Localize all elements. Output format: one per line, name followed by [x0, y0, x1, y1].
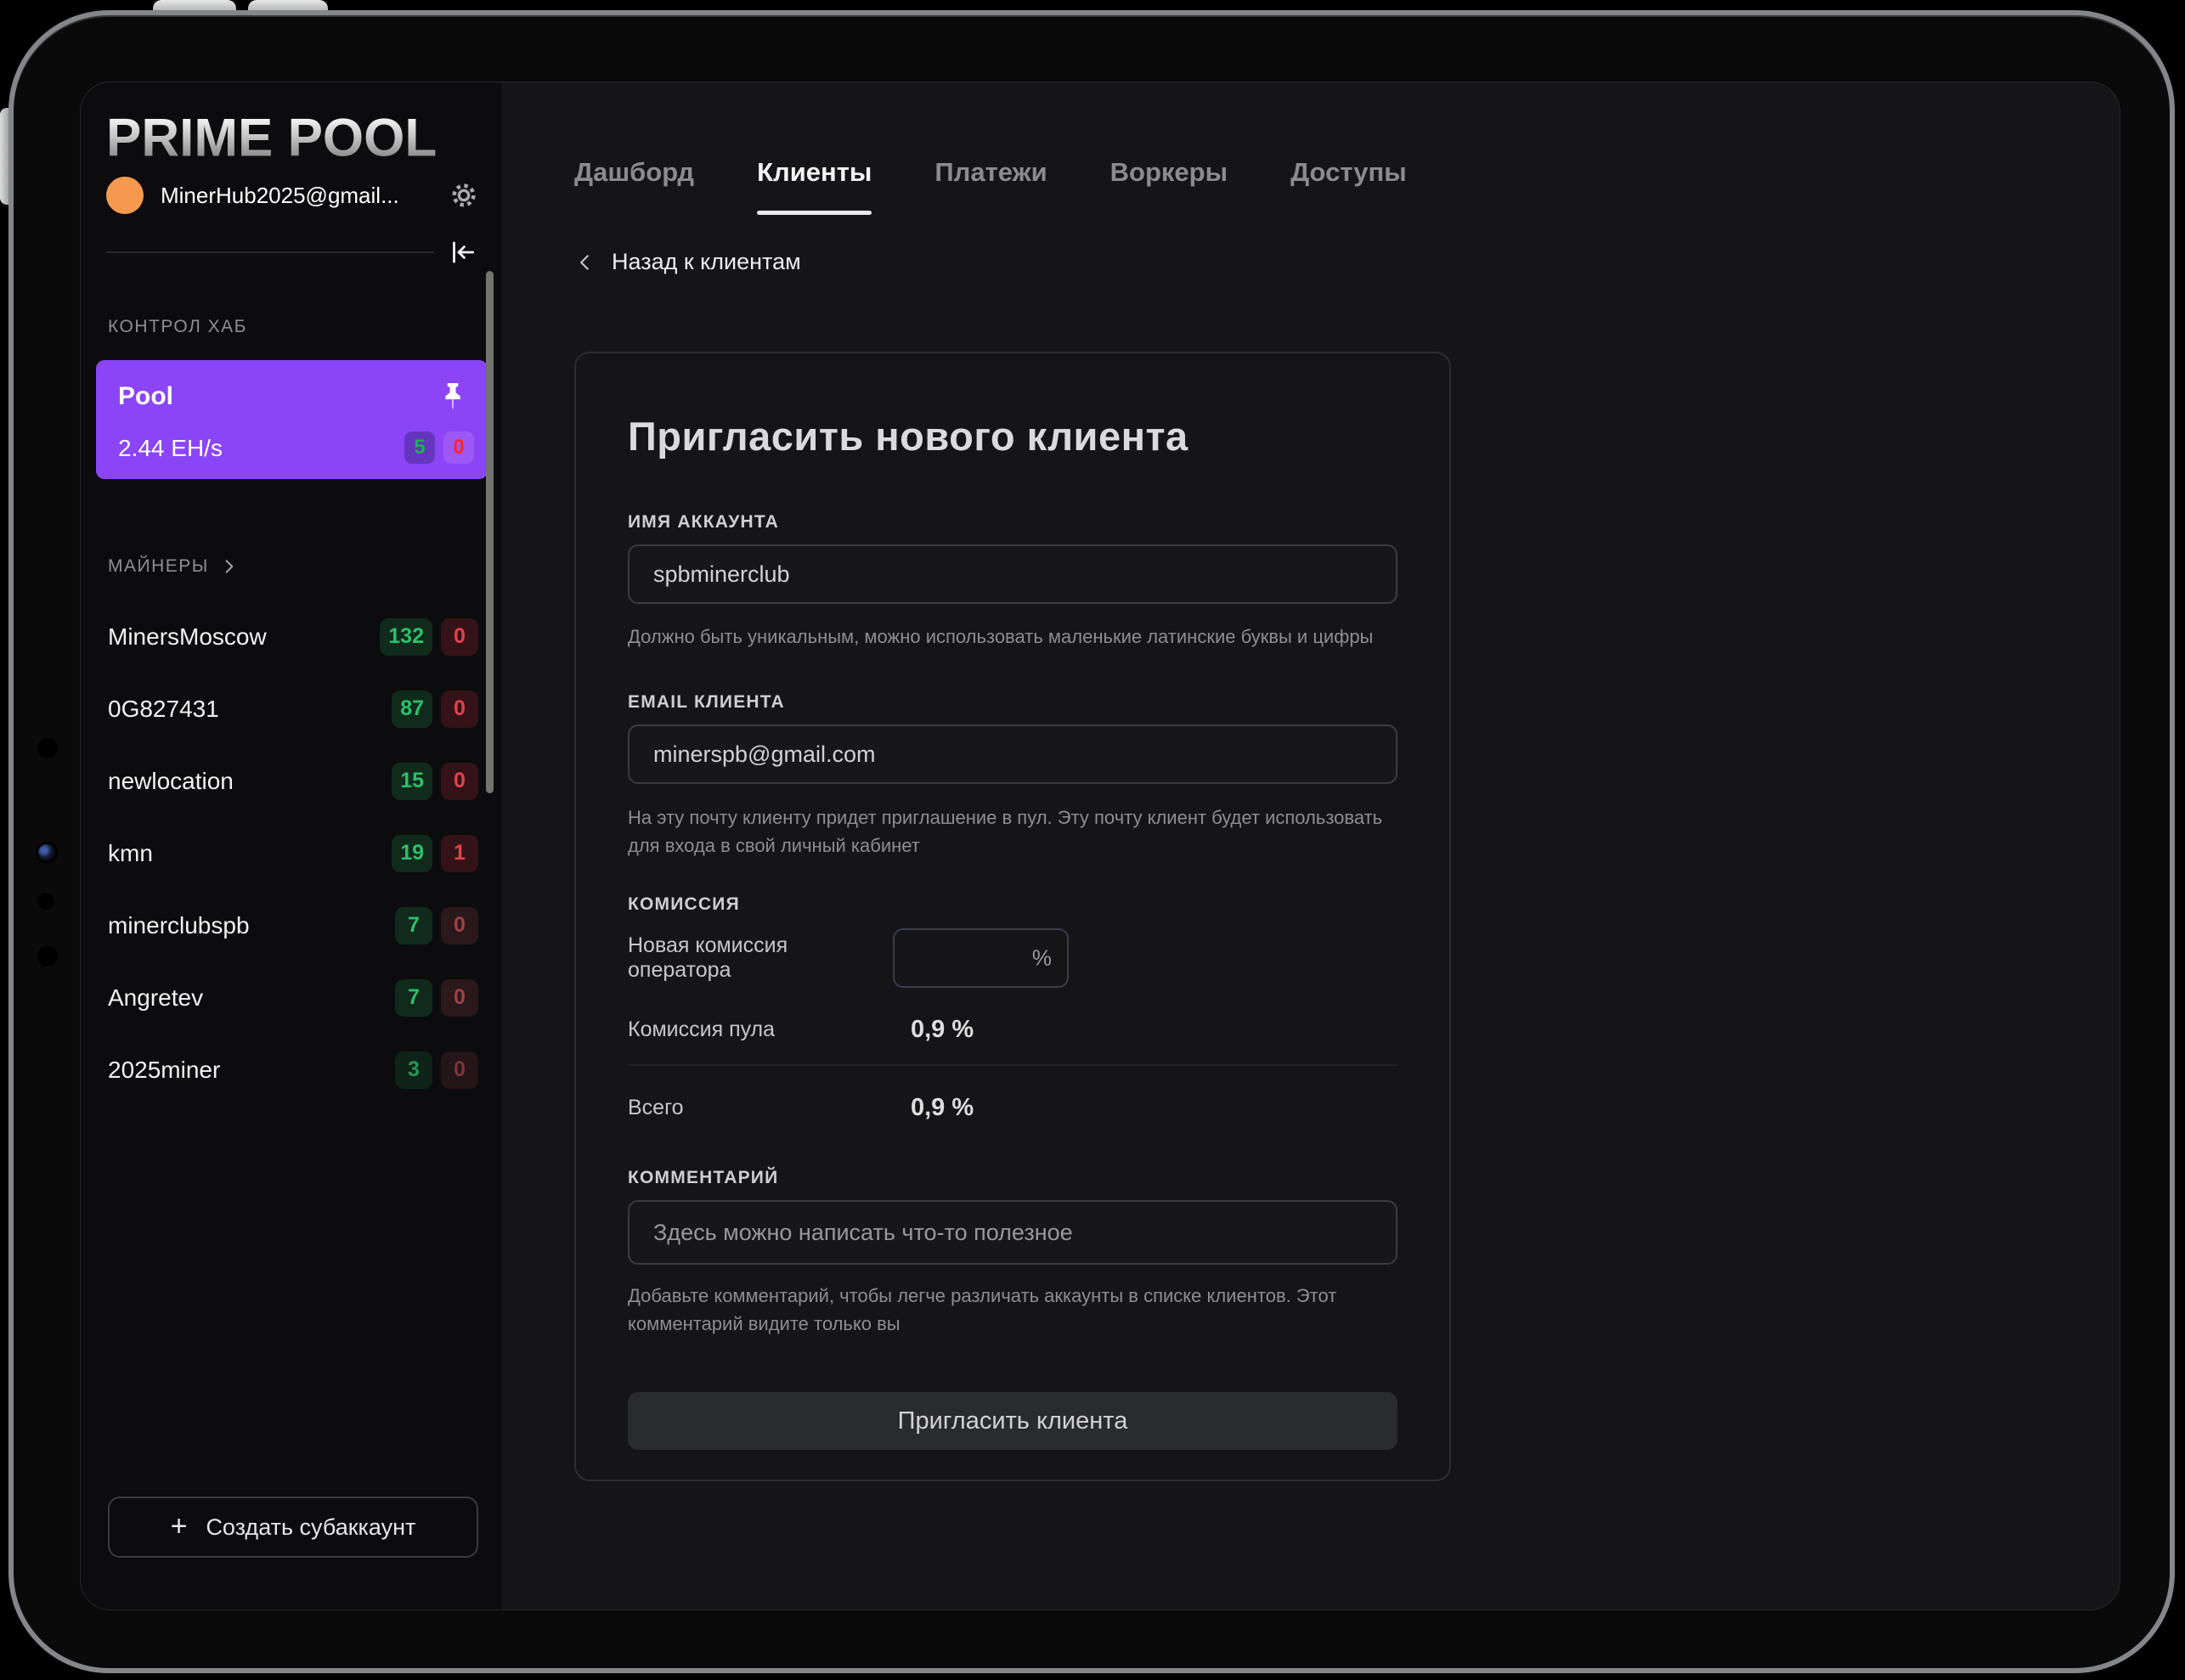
percent-suffix: %	[1032, 945, 1052, 972]
main-content: Дашборд Клиенты Платежи Воркеры Доступы …	[504, 82, 2120, 1610]
account-email: MinerHub2025@gmail...	[161, 183, 449, 209]
avatar	[106, 177, 144, 214]
pool-offline-badge: 0	[443, 431, 474, 464]
pool-online-badge: 5	[404, 431, 435, 464]
miner-online-badge: 15	[392, 763, 432, 800]
divider	[106, 251, 434, 253]
pool-commission-value: 0,9 %	[911, 1016, 974, 1044]
camera-lens	[36, 842, 58, 864]
miner-row[interactable]: MinersMoscow 1320	[81, 600, 502, 673]
miner-name: minerclubspb	[108, 912, 250, 939]
sensor-dot	[37, 893, 54, 910]
card-title: Пригласить нового клиента	[628, 413, 1397, 459]
miners-label: МАЙНЕРЫ	[108, 556, 209, 577]
miner-name: MinersMoscow	[108, 623, 267, 651]
collapse-row	[106, 235, 478, 269]
operator-commission-row: Новая комиссия оператора %	[628, 928, 1397, 988]
miner-online-badge: 3	[395, 1051, 432, 1089]
miner-name: newlocation	[108, 768, 234, 795]
miner-offline-badge: 0	[441, 691, 478, 728]
miner-row[interactable]: newlocation 150	[81, 745, 502, 817]
tab-payments[interactable]: Платежи	[934, 157, 1047, 203]
tab-workers[interactable]: Воркеры	[1110, 157, 1228, 203]
account-row[interactable]: MinerHub2025@gmail...	[106, 176, 478, 215]
section-label-control-hub: КОНТРОЛ ХАБ	[108, 317, 247, 337]
plus-icon: +	[171, 1512, 188, 1541]
sidebar: PRIME POOL MinerHub2025@gmail...	[81, 82, 503, 1610]
miner-online-badge: 7	[395, 979, 432, 1017]
miner-row[interactable]: kmn 191	[81, 817, 502, 889]
comment-helper: Добавьте комментарий, чтобы легче различ…	[628, 1282, 1397, 1338]
miner-offline-badge: 0	[441, 763, 478, 800]
miner-name: Angretev	[108, 984, 203, 1012]
miner-offline-badge: 0	[441, 1051, 478, 1089]
section-label-miners[interactable]: МАЙНЕРЫ	[108, 556, 238, 577]
tab-access[interactable]: Доступы	[1290, 157, 1407, 203]
sensor-dot	[37, 738, 58, 758]
invite-client-card: Пригласить нового клиента ИМЯ АККАУНТА Д…	[574, 352, 1451, 1481]
account-name-input[interactable]	[628, 544, 1397, 604]
miner-online-badge: 132	[380, 618, 432, 656]
chevron-right-icon	[221, 558, 238, 575]
email-label: EMAIL КЛИЕНТА	[628, 692, 1397, 713]
email-input[interactable]	[628, 724, 1397, 784]
operator-commission-label: Новая комиссия оператора	[628, 933, 893, 983]
tablet-frame: PRIME POOL MinerHub2025@gmail...	[0, 0, 2185, 1680]
miner-name: kmn	[108, 840, 153, 867]
tab-clients[interactable]: Клиенты	[757, 157, 872, 203]
miner-online-badge: 87	[392, 691, 432, 728]
top-nav: Дашборд Клиенты Платежи Воркеры Доступы	[574, 157, 1407, 203]
miner-row[interactable]: 2025miner 30	[81, 1034, 502, 1106]
account-name-label: ИМЯ АККАУНТА	[628, 512, 1397, 533]
miner-offline-badge: 0	[441, 907, 478, 944]
create-subaccount-button[interactable]: + Создать субаккаунт	[108, 1497, 478, 1558]
pool-badges: 5 0	[404, 431, 474, 464]
back-link[interactable]: Назад к клиентам	[574, 249, 801, 275]
gear-icon[interactable]	[449, 181, 478, 210]
total-value: 0,9 %	[911, 1094, 974, 1122]
miner-row[interactable]: Angretev 70	[81, 961, 502, 1034]
app-screen: PRIME POOL MinerHub2025@gmail...	[80, 82, 2120, 1610]
pool-hashrate: 2.44 EH/s	[118, 435, 223, 462]
create-subaccount-label: Создать субаккаунт	[206, 1514, 415, 1541]
miner-online-badge: 19	[392, 835, 432, 872]
miner-offline-badge: 0	[441, 979, 478, 1017]
total-commission-row: Всего 0,9 %	[628, 1086, 1397, 1129]
miner-list: MinersMoscow 1320 0G827431 870 newlocati…	[81, 600, 502, 1106]
app-logo: PRIME POOL	[106, 107, 437, 168]
email-helper: На эту почту клиенту придет приглашение …	[628, 803, 1397, 860]
back-label: Назад к клиентам	[612, 249, 801, 275]
pool-commission-row: Комиссия пула 0,9 %	[628, 1008, 1397, 1051]
commission-label: КОМИССИЯ	[628, 894, 1397, 915]
commission-divider	[628, 1064, 1397, 1066]
miner-offline-badge: 0	[441, 618, 478, 656]
comment-input[interactable]	[628, 1200, 1397, 1265]
sidebar-scrollbar[interactable]	[486, 271, 494, 793]
pool-commission-label: Комиссия пула	[628, 1018, 893, 1042]
sensor-dot	[37, 946, 58, 967]
pin-icon[interactable]	[437, 381, 469, 413]
miner-offline-badge: 1	[441, 835, 478, 872]
collapse-sidebar-icon[interactable]	[446, 236, 478, 268]
miner-row[interactable]: minerclubspb 70	[81, 889, 502, 961]
miner-name: 2025miner	[108, 1057, 220, 1084]
miner-online-badge: 7	[395, 907, 432, 944]
pool-name: Pool	[118, 382, 173, 411]
comment-label: КОММЕНТАРИЙ	[628, 1168, 1397, 1188]
operator-commission-field: %	[893, 928, 1069, 988]
invite-client-button[interactable]: Пригласить клиента	[628, 1392, 1397, 1450]
tab-dashboard[interactable]: Дашборд	[574, 157, 694, 203]
chevron-left-icon	[574, 251, 596, 273]
tablet-bezel: PRIME POOL MinerHub2025@gmail...	[8, 10, 2175, 1673]
total-label: Всего	[628, 1096, 893, 1120]
pool-item[interactable]: Pool 2.44 EH/s 5 0	[96, 360, 488, 479]
miner-name: 0G827431	[108, 696, 219, 723]
miner-row[interactable]: 0G827431 870	[81, 673, 502, 745]
account-name-helper: Должно быть уникальным, можно использова…	[628, 623, 1397, 651]
